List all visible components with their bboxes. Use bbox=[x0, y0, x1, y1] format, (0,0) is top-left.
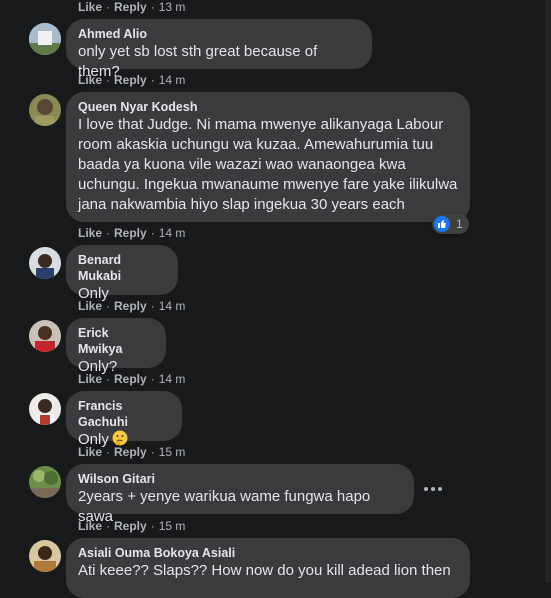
comment-time[interactable]: 15 m bbox=[159, 519, 186, 533]
comment-text: Ati keee?? Slaps?? How now do you kill a… bbox=[78, 562, 451, 579]
like-button[interactable]: Like bbox=[78, 445, 102, 459]
commenter-name[interactable]: Asiali Ouma Bokoya Asiali bbox=[78, 545, 458, 561]
comment-actions: Like · Reply · 14 m bbox=[78, 73, 186, 87]
reaction-summary[interactable]: 1 bbox=[432, 214, 469, 234]
comment-text: I love that Judge. Ni mama mwenye alikan… bbox=[78, 116, 458, 213]
avatar[interactable] bbox=[29, 23, 61, 55]
avatar[interactable] bbox=[29, 94, 61, 126]
avatar-image bbox=[29, 320, 61, 352]
comment-time[interactable]: 15 m bbox=[159, 445, 186, 459]
comment-bubble: Francis Gachuhi Only bbox=[66, 391, 182, 448]
avatar-image bbox=[29, 393, 61, 425]
comment-bubble: Asiali Ouma Bokoya Asiali Ati keee?? Sla… bbox=[66, 538, 470, 598]
avatar-image bbox=[29, 94, 61, 126]
comment-actions: Like · Reply · 14 m bbox=[78, 226, 186, 240]
reply-button[interactable]: Reply bbox=[114, 445, 147, 459]
comment-time[interactable]: 14 m bbox=[159, 299, 186, 313]
avatar[interactable] bbox=[29, 247, 61, 279]
like-button[interactable]: Like bbox=[78, 226, 102, 240]
comment-actions: Like · Reply · 15 m bbox=[78, 519, 186, 533]
avatar-image bbox=[29, 247, 61, 279]
like-button[interactable]: Like bbox=[78, 299, 102, 313]
like-button[interactable]: Like bbox=[78, 73, 102, 87]
reply-button[interactable]: Reply bbox=[114, 0, 147, 14]
comment-actions: Like · Reply · 13 m bbox=[78, 0, 186, 14]
comment-bubble: Queen Nyar Kodesh I love that Judge. Ni … bbox=[66, 92, 470, 222]
comment-time[interactable]: 14 m bbox=[159, 226, 186, 240]
avatar-image bbox=[29, 540, 61, 572]
comment-actions: Like · Reply · 14 m bbox=[78, 372, 186, 386]
commenter-name[interactable]: Queen Nyar Kodesh bbox=[78, 99, 458, 115]
avatar[interactable] bbox=[29, 466, 61, 498]
avatar[interactable] bbox=[29, 320, 61, 352]
reply-button[interactable]: Reply bbox=[114, 73, 147, 87]
avatar[interactable] bbox=[29, 540, 61, 572]
commenter-name[interactable]: Francis Gachuhi bbox=[78, 398, 170, 430]
comment-bubble: Benard Mukabi Only bbox=[66, 245, 178, 302]
comment-bubble: Wilson Gitari 2years + yenye warikua wam… bbox=[66, 464, 414, 525]
avatar-image bbox=[29, 23, 61, 55]
like-button[interactable]: Like bbox=[78, 519, 102, 533]
comment-time[interactable]: 14 m bbox=[159, 73, 186, 87]
like-button[interactable]: Like bbox=[78, 372, 102, 386]
like-button[interactable]: Like bbox=[78, 0, 102, 14]
commenter-name[interactable]: Benard Mukabi bbox=[78, 252, 166, 284]
reaction-count: 1 bbox=[456, 217, 463, 231]
thinking-face-icon bbox=[112, 430, 128, 446]
scrollbar[interactable] bbox=[545, 0, 551, 582]
reply-button[interactable]: Reply bbox=[114, 299, 147, 313]
comment-actions: Like · Reply · 14 m bbox=[78, 299, 186, 313]
avatar[interactable] bbox=[29, 393, 61, 425]
reply-button[interactable]: Reply bbox=[114, 226, 147, 240]
comment-actions: Like · Reply · 15 m bbox=[78, 445, 186, 459]
comment-time[interactable]: 14 m bbox=[159, 372, 186, 386]
commenter-name[interactable]: Ahmed Alio bbox=[78, 26, 360, 42]
thumbs-up-icon bbox=[434, 216, 450, 232]
avatar-image bbox=[29, 466, 61, 498]
comment-time[interactable]: 13 m bbox=[159, 0, 186, 14]
reply-button[interactable]: Reply bbox=[114, 519, 147, 533]
commenter-name[interactable]: Erick Mwikya bbox=[78, 325, 154, 357]
comment-bubble: Ahmed Alio only yet sb lost sth great be… bbox=[66, 19, 372, 80]
comment-bubble: Erick Mwikya Only? bbox=[66, 318, 166, 375]
more-options-button[interactable] bbox=[421, 481, 445, 497]
reply-button[interactable]: Reply bbox=[114, 372, 147, 386]
commenter-name[interactable]: Wilson Gitari bbox=[78, 471, 402, 487]
